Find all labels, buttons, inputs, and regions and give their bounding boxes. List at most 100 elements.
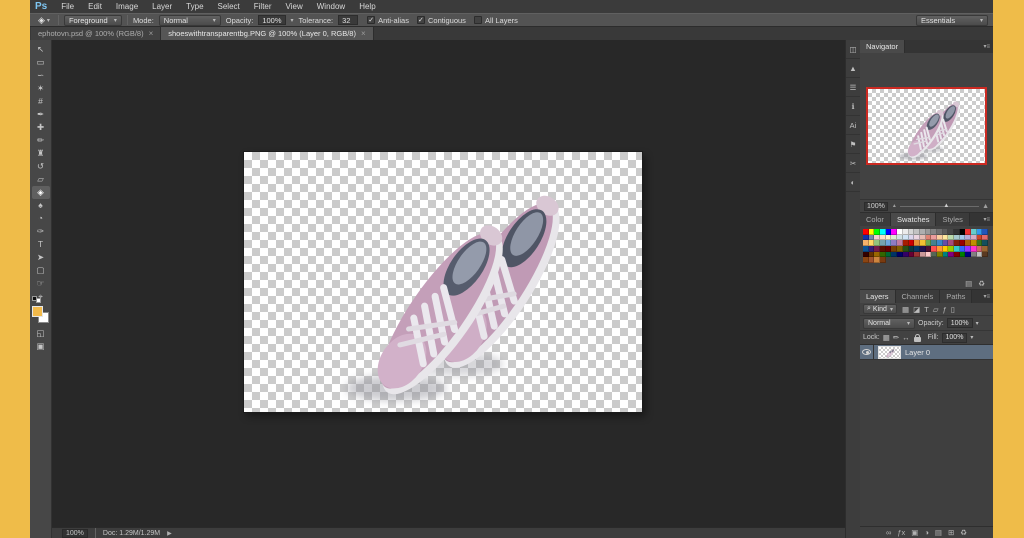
lock-position-icon[interactable]: ↔ bbox=[902, 333, 910, 342]
dock-panel-icon-5[interactable]: Ai bbox=[846, 116, 860, 135]
panel-menu-icon[interactable]: ▾≡ bbox=[983, 40, 993, 53]
blur-tool[interactable]: ♠ bbox=[32, 199, 50, 212]
chevron-down-icon[interactable]: ▾ bbox=[970, 334, 973, 341]
layer-style-button[interactable]: ƒx bbox=[897, 529, 905, 537]
default-colors-icon[interactable] bbox=[32, 296, 41, 303]
option-checkbox[interactable]: ✓ Anti-alias bbox=[367, 16, 409, 25]
mode-select[interactable]: Normal ▾ bbox=[158, 14, 221, 26]
pasteboard[interactable] bbox=[52, 40, 845, 527]
dock-panel-icon-4[interactable]: ℹ bbox=[846, 97, 860, 116]
screen-mode-button[interactable]: ▣ bbox=[32, 340, 50, 353]
document-canvas[interactable] bbox=[244, 152, 642, 412]
dock-panel-icon-8[interactable]: ◐ bbox=[846, 173, 860, 192]
new-group-button[interactable]: ▤ bbox=[935, 529, 942, 537]
zoom-in-icon[interactable]: ▲ bbox=[982, 203, 989, 210]
navigator-thumbnail[interactable] bbox=[866, 87, 987, 165]
dodge-tool[interactable]: ◔ bbox=[32, 212, 50, 225]
menu-item[interactable]: View bbox=[279, 0, 310, 13]
lock-all-icon[interactable] bbox=[913, 333, 923, 343]
zoom-out-icon[interactable]: ▲ bbox=[892, 203, 897, 209]
tab-navigator[interactable]: Navigator bbox=[860, 40, 906, 53]
chevron-down-icon[interactable]: ▾ bbox=[976, 320, 979, 327]
menu-item[interactable]: Select bbox=[211, 0, 247, 13]
dock-panel-icon-7[interactable]: ✂ bbox=[846, 154, 860, 173]
chevron-down-icon[interactable]: ▾ bbox=[291, 17, 294, 24]
delete-swatch-button[interactable]: ♻ bbox=[978, 280, 985, 288]
close-icon[interactable]: × bbox=[149, 29, 154, 38]
color-swatch[interactable] bbox=[880, 257, 886, 264]
path-selection-tool[interactable]: ➤ bbox=[32, 251, 50, 264]
swatch-panel-tab[interactable]: Styles bbox=[936, 213, 970, 226]
close-icon[interactable]: × bbox=[361, 29, 366, 38]
dock-panel-icon-2[interactable]: ▲ bbox=[846, 59, 860, 78]
menu-item[interactable]: File bbox=[54, 0, 81, 13]
crop-tool[interactable]: # bbox=[32, 95, 50, 108]
opacity-input[interactable]: 100% bbox=[258, 15, 286, 25]
layers-panel-tab[interactable]: Layers bbox=[860, 290, 896, 303]
color-swatch[interactable] bbox=[982, 251, 989, 258]
slider-track[interactable]: ▲ bbox=[899, 203, 980, 209]
layers-panel-tab[interactable]: Channels bbox=[895, 290, 941, 303]
zoom-level-field[interactable]: 100% bbox=[62, 528, 88, 538]
layer-row[interactable]: Layer 0 bbox=[860, 345, 993, 360]
filter-adjustment-layers-icon[interactable]: ◪ bbox=[913, 305, 920, 314]
menu-item[interactable]: Help bbox=[352, 0, 382, 13]
filter-effect-layers-icon[interactable]: ƒ bbox=[943, 305, 947, 314]
layers-panel-tab[interactable]: Paths bbox=[940, 290, 973, 303]
blend-mode-select[interactable]: Normal ▾ bbox=[863, 317, 915, 329]
dock-panel-icon-6[interactable]: ⚑ bbox=[846, 135, 860, 154]
brush-tool[interactable]: ✏ bbox=[32, 134, 50, 147]
new-layer-button[interactable]: ⊞ bbox=[948, 529, 954, 537]
magic-wand-tool[interactable]: ✶ bbox=[32, 82, 50, 95]
layer-fill-input[interactable]: 100% bbox=[941, 332, 968, 343]
foreground-color-swatch[interactable] bbox=[32, 306, 43, 317]
swatch-panel-tab[interactable]: Swatches bbox=[890, 213, 937, 226]
status-menu-arrow-icon[interactable]: ▶ bbox=[167, 530, 172, 537]
layer-name[interactable]: Layer 0 bbox=[905, 348, 930, 357]
layer-filter-select[interactable]: ⌕ Kind ▾ bbox=[863, 304, 897, 314]
add-layer-mask-button[interactable]: ▣ bbox=[911, 529, 918, 537]
current-tool-badge[interactable]: ◈ ▾ bbox=[35, 15, 53, 26]
paint-bucket-tool[interactable]: ◈ bbox=[31, 186, 50, 199]
menu-item[interactable]: Window bbox=[310, 0, 352, 13]
option-checkbox[interactable]: ✓ Contiguous bbox=[416, 16, 466, 25]
delete-layer-button[interactable]: ♻ bbox=[960, 529, 967, 537]
dock-panel-icon-3[interactable]: ☰ bbox=[846, 78, 860, 97]
menu-item[interactable]: Edit bbox=[81, 0, 109, 13]
fill-source-select[interactable]: Foreground ▾ bbox=[63, 14, 122, 26]
hand-tool[interactable]: ☞ bbox=[32, 277, 50, 290]
filter-type-layers-icon[interactable]: T bbox=[924, 305, 929, 314]
move-tool[interactable]: ↖ bbox=[32, 43, 50, 56]
menu-item[interactable]: Image bbox=[109, 0, 145, 13]
filter-toggle-icon[interactable]: ▯ bbox=[951, 305, 955, 314]
navigator-zoom-slider[interactable]: ▲ ▲ ▲ bbox=[892, 203, 989, 210]
eyedropper-tool[interactable]: ✒ bbox=[32, 108, 50, 121]
eraser-tool[interactable]: ▱ bbox=[32, 173, 50, 186]
lock-image-pixels-icon[interactable]: ✏ bbox=[893, 333, 899, 342]
visibility-cell[interactable] bbox=[860, 345, 874, 359]
swatch-panel-tab[interactable]: Color bbox=[860, 213, 891, 226]
option-checkbox[interactable]: All Layers bbox=[473, 16, 518, 25]
panel-menu-icon[interactable]: ▾≡ bbox=[983, 290, 993, 303]
pen-tool[interactable]: ✑ bbox=[32, 225, 50, 238]
menu-item[interactable]: Filter bbox=[247, 0, 279, 13]
shape-tool[interactable]: ▢ bbox=[32, 264, 50, 277]
navigator-zoom-field[interactable]: 100% bbox=[864, 201, 888, 211]
layer-opacity-input[interactable]: 100% bbox=[946, 318, 973, 328]
healing-brush-tool[interactable]: ✚ bbox=[32, 121, 50, 134]
panel-menu-icon[interactable]: ▾≡ bbox=[983, 213, 993, 226]
clone-stamp-tool[interactable]: ♜ bbox=[32, 147, 50, 160]
slider-thumb[interactable]: ▲ bbox=[943, 203, 949, 209]
new-swatch-button[interactable]: ▤ bbox=[965, 280, 972, 288]
marquee-tool[interactable]: ▭ bbox=[32, 56, 50, 69]
document-tab[interactable]: ephotovn.psd @ 100% (RGB/8) × bbox=[31, 27, 162, 40]
dock-panel-icon-1[interactable]: ◫ bbox=[846, 40, 860, 59]
lasso-tool[interactable]: ∽ bbox=[32, 69, 50, 82]
history-brush-tool[interactable]: ↺ bbox=[32, 160, 50, 173]
workspace-select[interactable]: Essentials ▾ bbox=[916, 14, 988, 26]
quick-mask-button[interactable]: ◱ bbox=[32, 327, 50, 340]
lock-transparent-pixels-icon[interactable]: ▦ bbox=[883, 333, 890, 342]
layer-thumbnail[interactable] bbox=[878, 345, 901, 359]
menu-item[interactable]: Type bbox=[179, 0, 210, 13]
filter-pixel-layers-icon[interactable]: ▦ bbox=[902, 305, 909, 314]
